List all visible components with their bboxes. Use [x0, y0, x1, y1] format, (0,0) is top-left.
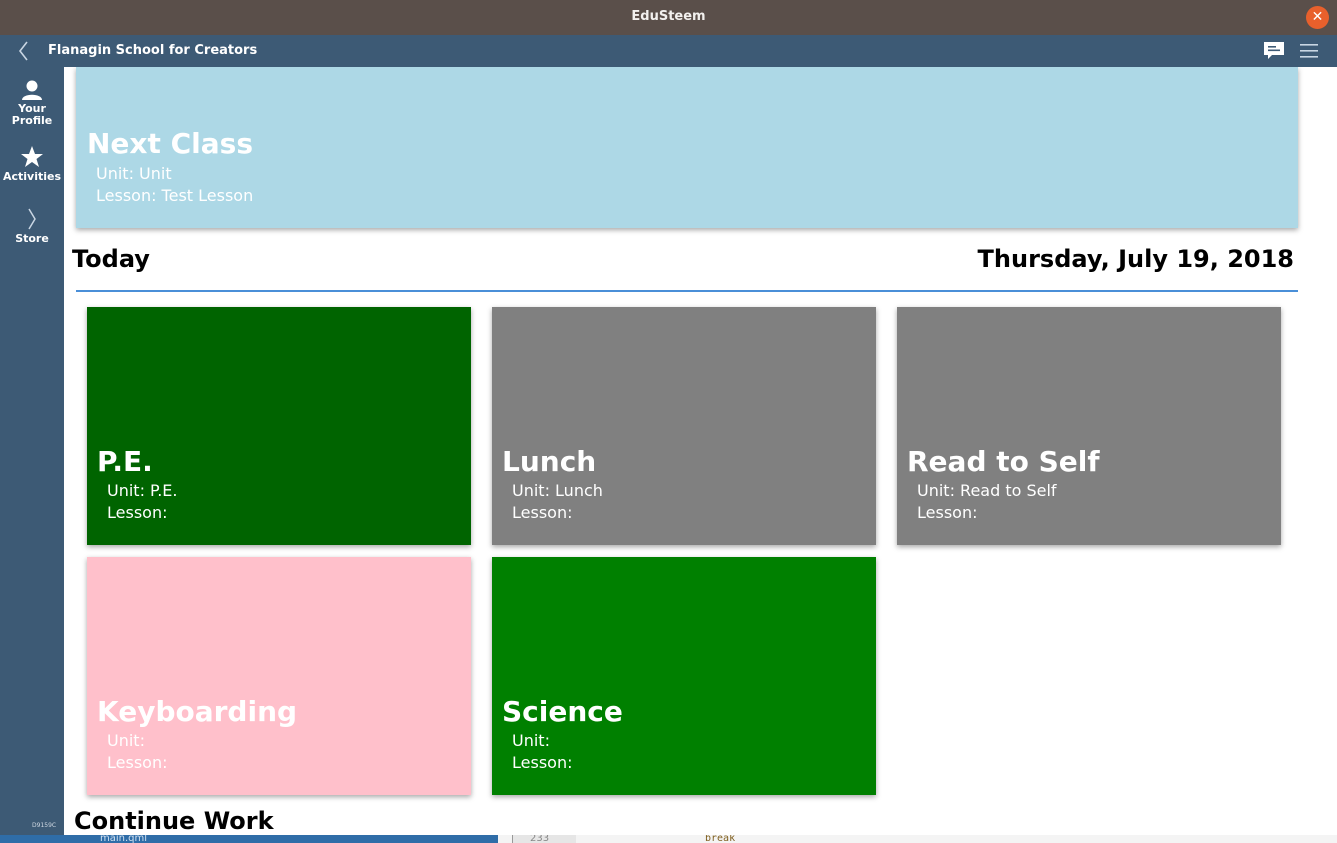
school-name: Flanagin School for Creators	[48, 43, 258, 58]
class-unit: Unit: P.E.	[107, 481, 178, 500]
sidebar: Your Profile Activities Store	[0, 67, 64, 843]
class-lesson: Lesson:	[107, 753, 168, 772]
class-unit: Unit:	[107, 731, 145, 750]
chevron-right-icon	[28, 208, 36, 230]
class-card-read-to-self[interactable]: Read to Self Unit: Read to Self Lesson:	[897, 307, 1281, 545]
next-class-card[interactable]: Next Class Unit: Unit Lesson: Test Lesso…	[76, 67, 1298, 228]
class-title: P.E.	[97, 445, 153, 478]
class-lesson: Lesson:	[512, 753, 573, 772]
app-header: Flanagin School for Creators	[0, 35, 1337, 67]
class-card-science[interactable]: Science Unit: Lesson:	[492, 557, 876, 795]
class-lesson: Lesson:	[512, 503, 573, 522]
sidebar-item-label: Profile	[11, 114, 53, 127]
class-title: Science	[502, 695, 623, 728]
window-title: EduSteem	[631, 9, 706, 24]
background-file-name: main.qml	[100, 835, 148, 843]
sidebar-item-store[interactable]: Store	[0, 207, 64, 245]
next-class-unit: Unit: Unit	[96, 164, 172, 183]
class-title: Read to Self	[907, 445, 1100, 478]
version-label: D9159C	[32, 822, 57, 829]
continue-work-heading: Continue Work	[74, 807, 274, 835]
class-unit: Unit:	[512, 731, 550, 750]
today-heading: Today	[72, 245, 150, 273]
star-icon	[21, 146, 43, 167]
class-unit: Unit: Lunch	[512, 481, 603, 500]
class-title: Lunch	[502, 445, 597, 478]
main-content: Next Class Unit: Unit Lesson: Test Lesso…	[64, 67, 1337, 835]
class-card-lunch[interactable]: Lunch Unit: Lunch Lesson:	[492, 307, 876, 545]
class-card-pe[interactable]: P.E. Unit: P.E. Lesson:	[87, 307, 471, 545]
sidebar-item-activities[interactable]: Activities	[0, 145, 64, 183]
sidebar-item-label: Activities	[2, 170, 62, 183]
class-lesson: Lesson:	[917, 503, 978, 522]
today-date: Thursday, July 19, 2018	[977, 245, 1294, 273]
window-titlebar: EduSteem ✕	[0, 0, 1337, 35]
class-lesson: Lesson:	[107, 503, 168, 522]
chat-icon[interactable]	[1263, 41, 1285, 61]
background-code-text: break	[705, 835, 736, 843]
next-class-lesson: Lesson: Test Lesson	[96, 186, 254, 205]
hamburger-menu-icon[interactable]	[1299, 42, 1319, 60]
class-unit: Unit: Read to Self	[917, 481, 1057, 500]
next-class-title: Next Class	[87, 127, 253, 160]
back-arrow-icon[interactable]	[14, 39, 34, 63]
background-line-number: 233	[530, 835, 550, 843]
class-title: Keyboarding	[97, 695, 298, 728]
close-icon[interactable]: ✕	[1306, 6, 1329, 29]
class-card-keyboarding[interactable]: Keyboarding Unit: Lesson:	[87, 557, 471, 795]
background-window: main.qml 233 break	[0, 835, 1337, 843]
today-divider	[76, 290, 1298, 292]
sidebar-item-profile[interactable]: Your Profile	[0, 79, 64, 127]
person-icon	[22, 80, 42, 100]
sidebar-item-label: Store	[15, 232, 49, 245]
background-file-panel: main.qml	[0, 835, 498, 843]
